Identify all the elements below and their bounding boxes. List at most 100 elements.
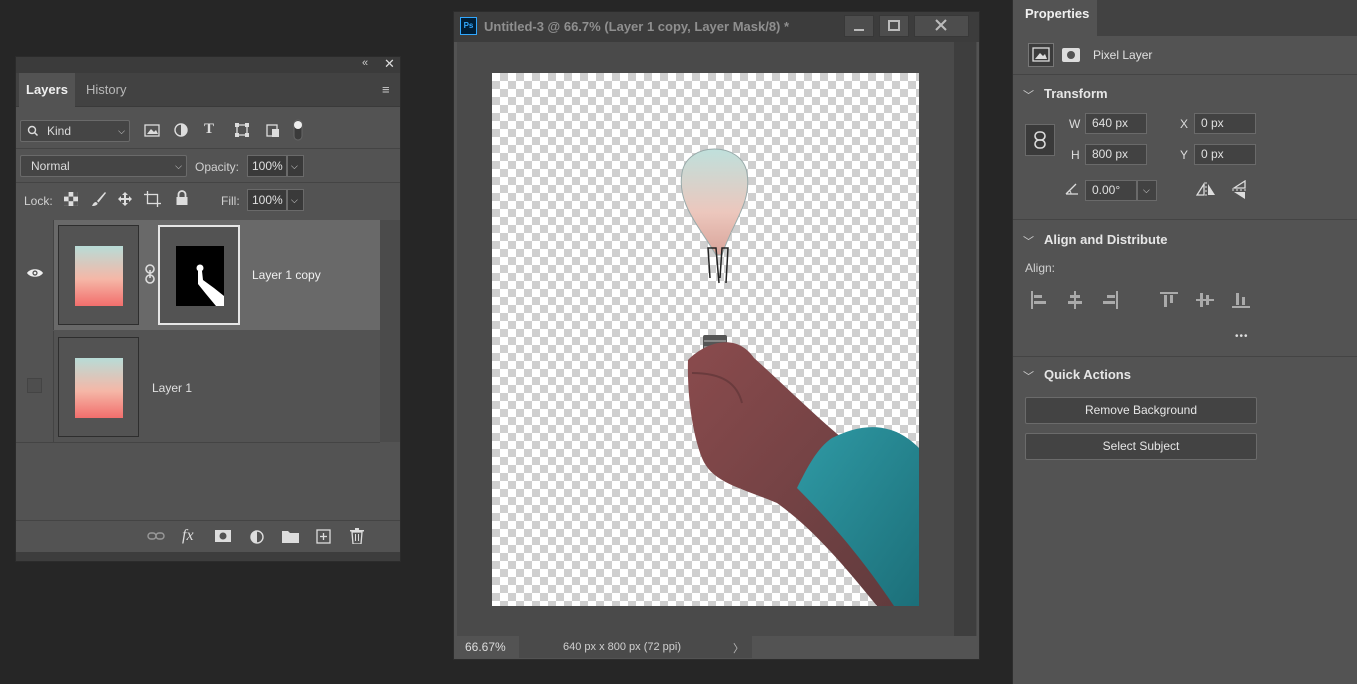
tab-properties[interactable]: Properties (1013, 0, 1097, 36)
layer-mask-icon[interactable] (1058, 43, 1084, 67)
panel-menu-icon[interactable]: ≡ (382, 82, 390, 97)
visibility-cell[interactable] (16, 220, 54, 330)
layers-panel: « ✕ Layers History ≡ Kind ⌵ T Normal ⌵ O… (15, 56, 401, 562)
select-subject-button[interactable]: Select Subject (1025, 433, 1257, 460)
layer-row-layer-1-copy[interactable]: Layer 1 copy (16, 220, 380, 330)
zoom-level[interactable]: 66.67% (465, 640, 506, 654)
chevron-down-icon[interactable]: ﹀ (1023, 87, 1034, 103)
fx-icon[interactable]: fx (182, 527, 194, 545)
align-right-icon[interactable] (1102, 291, 1118, 309)
opacity-dropdown-icon[interactable]: ⌵ (287, 155, 304, 177)
maximize-button[interactable] (879, 15, 909, 37)
link-icon[interactable] (147, 529, 165, 543)
lock-transparent-icon[interactable] (64, 192, 78, 206)
blend-mode-select[interactable]: Normal ⌵ (20, 155, 187, 177)
chevron-right-icon[interactable]: 〉 (733, 640, 744, 656)
opacity-label: Opacity: (195, 160, 240, 174)
tab-layers[interactable]: Layers (19, 73, 75, 107)
close-icon[interactable]: ✕ (384, 56, 395, 72)
doc-info-area[interactable]: 640 px x 800 px (72 ppi) 〉 (519, 636, 752, 658)
visibility-cell[interactable] (16, 331, 54, 442)
flip-horizontal-icon[interactable] (1196, 181, 1216, 199)
filter-type-icon[interactable]: T (204, 121, 214, 138)
filter-shape-icon[interactable] (234, 121, 250, 139)
blend-mode-value: Normal (31, 159, 70, 173)
layer-thumbnail-image (75, 358, 123, 418)
filter-adjustment-icon[interactable] (173, 121, 189, 139)
align-bottom-icon[interactable] (1232, 292, 1250, 308)
lock-position-icon[interactable] (117, 191, 133, 207)
pixel-layer-icon[interactable] (1028, 43, 1054, 67)
layer-row-layer-1[interactable]: Layer 1 (16, 331, 380, 442)
divider (16, 442, 380, 443)
x-input[interactable]: 0 px (1194, 113, 1256, 134)
width-input[interactable]: 640 px (1085, 113, 1147, 134)
document-window: Ps Untitled-3 @ 66.7% (Layer 1 copy, Lay… (453, 11, 980, 660)
filter-pixel-icon[interactable] (144, 121, 160, 139)
layer-mask-thumbnail[interactable] (158, 225, 240, 325)
adjustment-icon[interactable] (249, 529, 265, 545)
layer-name[interactable]: Layer 1 copy (252, 268, 321, 282)
status-bar: 66.67% 640 px x 800 px (72 ppi) 〉 (457, 636, 977, 658)
visibility-toggle-off[interactable] (27, 378, 42, 393)
eye-icon[interactable] (26, 267, 44, 279)
layer-thumbnail[interactable] (58, 337, 139, 437)
trash-icon[interactable] (350, 528, 364, 544)
divider (1013, 219, 1357, 220)
filter-toggle-icon[interactable] (293, 119, 303, 141)
lock-artboard-icon[interactable] (144, 191, 161, 207)
chevron-down-icon[interactable]: ﹀ (1023, 368, 1034, 384)
filter-smart-object-icon[interactable] (265, 121, 281, 139)
tab-history[interactable]: History (79, 73, 133, 107)
panel-resize-handle[interactable] (16, 552, 400, 561)
doc-info: 640 px x 800 px (72 ppi) (563, 641, 682, 653)
link-dimensions-button[interactable] (1025, 124, 1055, 156)
layer-thumbnail[interactable] (58, 225, 139, 325)
quick-actions-title[interactable]: Quick Actions (1044, 367, 1131, 382)
opacity-input[interactable]: 100% (247, 155, 287, 177)
align-top-icon[interactable] (1160, 292, 1178, 308)
canvas-area[interactable] (457, 42, 977, 636)
fill-input[interactable]: 100% (247, 189, 287, 211)
chevron-down-icon[interactable]: ﹀ (1023, 233, 1034, 249)
y-label: Y (1180, 148, 1189, 162)
more-options-icon[interactable]: ••• (1235, 331, 1249, 342)
layer-name[interactable]: Layer 1 (152, 381, 192, 395)
folder-icon[interactable] (282, 530, 299, 543)
angle-input[interactable]: 0.00° (1085, 180, 1137, 201)
align-label: Align: (1025, 261, 1056, 275)
height-input[interactable]: 800 px (1085, 144, 1147, 165)
layers-panel-titlebar[interactable]: « ✕ (16, 56, 400, 73)
align-title[interactable]: Align and Distribute (1044, 232, 1168, 247)
remove-background-button[interactable]: Remove Background (1025, 397, 1257, 424)
canvas[interactable] (492, 73, 919, 606)
transform-title[interactable]: Transform (1044, 86, 1108, 101)
mask-icon[interactable] (215, 530, 231, 542)
layer-thumbnail-image (75, 246, 123, 306)
divider (16, 182, 400, 183)
flip-vertical-icon[interactable] (1231, 180, 1249, 200)
vertical-scrollbar[interactable] (954, 42, 976, 636)
layers-footer: fx (16, 520, 400, 552)
x-label: X (1180, 117, 1189, 131)
minimize-button[interactable] (844, 15, 874, 37)
divider (1013, 356, 1357, 357)
align-left-icon[interactable] (1031, 291, 1047, 309)
document-titlebar[interactable]: Ps Untitled-3 @ 66.7% (Layer 1 copy, Lay… (454, 12, 979, 42)
lock-all-icon[interactable] (175, 190, 189, 206)
angle-dropdown-icon[interactable]: ⌵ (1137, 180, 1157, 201)
align-horizontal-center-icon[interactable] (1067, 291, 1083, 309)
collapse-icon[interactable]: « (362, 57, 368, 69)
layers-scrollbar[interactable] (380, 220, 400, 442)
close-button[interactable] (914, 15, 969, 37)
fill-dropdown-icon[interactable]: ⌵ (287, 189, 304, 211)
mask-link-icon[interactable] (145, 264, 155, 284)
y-input[interactable]: 0 px (1194, 144, 1256, 165)
lock-label: Lock: (24, 194, 53, 208)
align-vertical-center-icon[interactable] (1196, 292, 1214, 308)
lock-brush-icon[interactable] (91, 191, 107, 207)
new-layer-icon[interactable] (316, 529, 331, 544)
fill-label: Fill: (221, 194, 240, 208)
chevron-down-icon: ⌵ (118, 126, 125, 136)
filter-kind-select[interactable]: Kind ⌵ (20, 120, 130, 142)
